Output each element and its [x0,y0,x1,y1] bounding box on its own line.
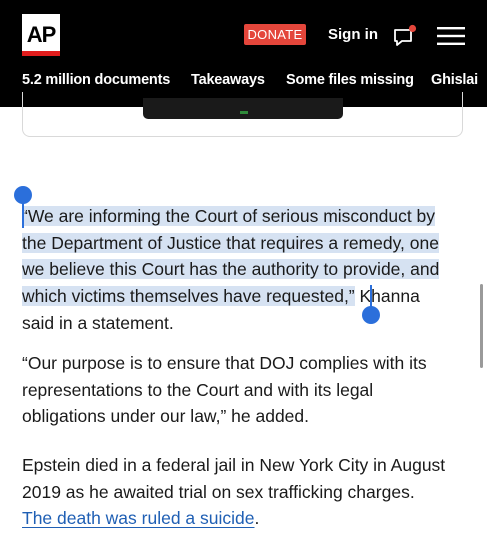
topic-nav-item[interactable]: Ghislai [431,68,478,92]
article-paragraph: Epstein died in a federal jail in New Yo… [22,452,445,532]
logo-text: AP [26,22,57,47]
paragraph-text: representations to the Court and with it… [22,379,374,400]
topic-nav: 5.2 million documents Takeaways Some fil… [0,68,487,92]
card-media-bar [143,98,343,119]
paragraph-text: . [254,508,260,529]
page-scrollbar[interactable] [480,284,483,368]
paragraph-text: Epstein died in a federal jail in New Yo… [22,455,446,475]
hamburger-menu-icon[interactable] [437,26,465,46]
selection-start-handle[interactable] [14,186,32,204]
paragraph-text: “Our purpose is to ensure that DOJ compl… [22,353,427,373]
paragraph-text: obligations under our law,” he added. [22,406,310,427]
article-link[interactable]: The death was ruled a suicide [22,508,255,528]
article-paragraph: “Our purpose is to ensure that DOJ compl… [22,350,427,430]
ap-logo[interactable]: AP [22,14,60,56]
paragraph-text: Khanna [354,286,420,307]
donate-button[interactable]: DONATE [244,24,306,45]
topic-nav-item[interactable]: Takeaways [191,68,265,92]
chat-notification-icon[interactable] [392,24,418,48]
sign-in-link[interactable]: Sign in [328,24,378,46]
selected-text: which victims themselves have requested,… [22,286,355,307]
selected-text: the Department of Justice that requires … [22,232,439,253]
site-header: AP DONATE Sign in 5.2 million documents … [0,0,487,107]
topic-nav-item[interactable]: Some files missing [286,68,414,92]
selected-text: we believe this Court has the authority … [22,259,440,280]
paragraph-text: 2019 as he awaited trial on sex traffick… [22,481,415,502]
topic-nav-item[interactable]: 5.2 million documents [22,68,170,92]
selected-text: “We are informing the Court of serious m… [22,206,436,226]
card-indicator [240,111,248,114]
selection-end-handle[interactable] [362,306,380,324]
